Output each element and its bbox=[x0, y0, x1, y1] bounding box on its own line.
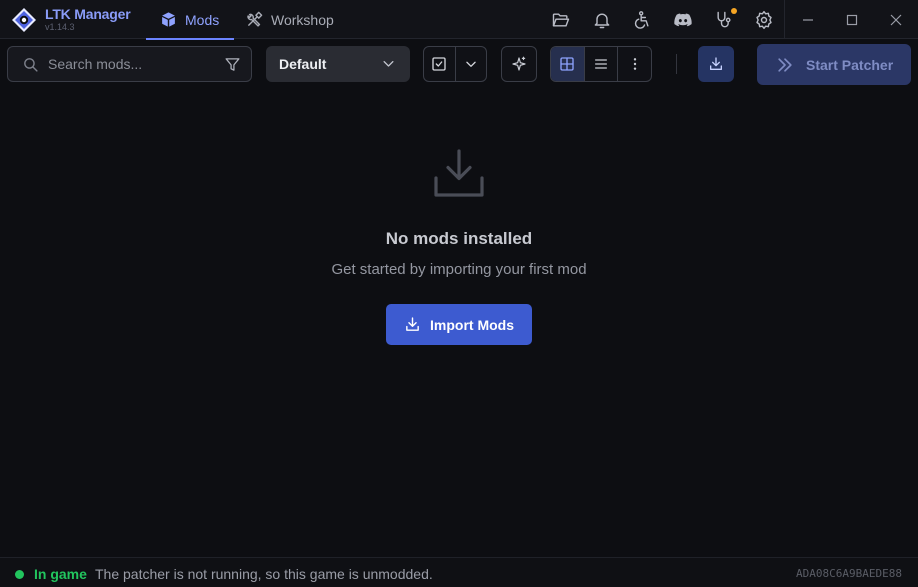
status-indicator-icon bbox=[15, 570, 24, 579]
app-name: LTK Manager bbox=[45, 6, 131, 22]
empty-state-subtitle: Get started by importing your first mod bbox=[331, 261, 587, 278]
status-message: The patcher is not running, so this game… bbox=[95, 566, 433, 582]
stethoscope-icon[interactable] bbox=[714, 8, 737, 30]
start-patcher-label: Start Patcher bbox=[806, 56, 894, 73]
search-input[interactable] bbox=[48, 54, 218, 74]
more-vertical-icon bbox=[627, 56, 643, 72]
close-icon bbox=[890, 14, 902, 26]
gear-icon[interactable] bbox=[754, 10, 774, 30]
empty-state-title: No mods installed bbox=[385, 229, 533, 248]
download-tray-icon bbox=[432, 148, 486, 202]
notification-dot bbox=[731, 8, 737, 14]
app-version: v1.14.3 bbox=[45, 22, 75, 32]
mods-box-icon bbox=[160, 11, 177, 28]
search-box bbox=[7, 46, 252, 82]
list-icon bbox=[593, 56, 609, 72]
maximize-icon bbox=[846, 14, 858, 26]
status-state: In game bbox=[34, 566, 87, 582]
view-mode-toggle bbox=[550, 46, 652, 82]
magic-sparkle-button[interactable] bbox=[501, 46, 537, 82]
filter-icon[interactable] bbox=[224, 56, 241, 73]
import-mods-button[interactable]: Import Mods bbox=[386, 304, 532, 345]
tab-workshop-label: Workshop bbox=[271, 11, 334, 28]
select-all-button[interactable] bbox=[424, 47, 455, 81]
status-bar: In game The patcher is not running, so t… bbox=[0, 557, 918, 587]
minimize-button[interactable] bbox=[786, 0, 830, 39]
download-icon bbox=[404, 316, 421, 333]
tab-mods-label: Mods bbox=[185, 11, 220, 28]
client-id: ADA08C6A9BAEDE88 bbox=[796, 567, 902, 580]
minimize-icon bbox=[802, 14, 814, 26]
profile-select-value: Default bbox=[279, 56, 327, 72]
close-button[interactable] bbox=[874, 0, 918, 39]
discord-icon[interactable] bbox=[673, 10, 693, 30]
toolbar-divider bbox=[676, 54, 677, 74]
checkbox-checked-icon bbox=[431, 56, 447, 72]
grid-view-button[interactable] bbox=[551, 47, 584, 81]
workshop-tools-icon bbox=[246, 11, 263, 28]
import-mods-label: Import Mods bbox=[430, 316, 514, 333]
folder-open-icon[interactable] bbox=[551, 10, 571, 30]
titlebar-divider bbox=[784, 0, 785, 39]
download-icon bbox=[708, 56, 724, 72]
more-options-button[interactable] bbox=[618, 47, 651, 81]
tab-mods[interactable]: Mods bbox=[146, 0, 234, 40]
bell-icon[interactable] bbox=[592, 10, 612, 30]
title-bar: LTK Manager v1.14.3 Mods Workshop bbox=[0, 0, 918, 40]
app-logo-icon bbox=[11, 7, 37, 33]
grid-icon bbox=[559, 56, 575, 72]
profile-select[interactable]: Default bbox=[266, 46, 410, 82]
tab-workshop[interactable]: Workshop bbox=[246, 0, 334, 39]
list-view-button[interactable] bbox=[585, 47, 618, 81]
select-options-dropdown[interactable] bbox=[455, 47, 486, 81]
import-mod-button[interactable] bbox=[698, 46, 734, 82]
chevron-down-icon bbox=[464, 57, 478, 71]
maximize-button[interactable] bbox=[830, 0, 874, 39]
accessibility-icon[interactable] bbox=[632, 10, 652, 30]
chevron-down-icon bbox=[381, 56, 396, 71]
start-patcher-button[interactable]: Start Patcher bbox=[757, 44, 911, 85]
sparkle-icon bbox=[510, 55, 528, 73]
search-icon bbox=[22, 56, 39, 73]
chevrons-right-icon bbox=[775, 55, 795, 75]
select-mods-split-button bbox=[423, 46, 487, 82]
